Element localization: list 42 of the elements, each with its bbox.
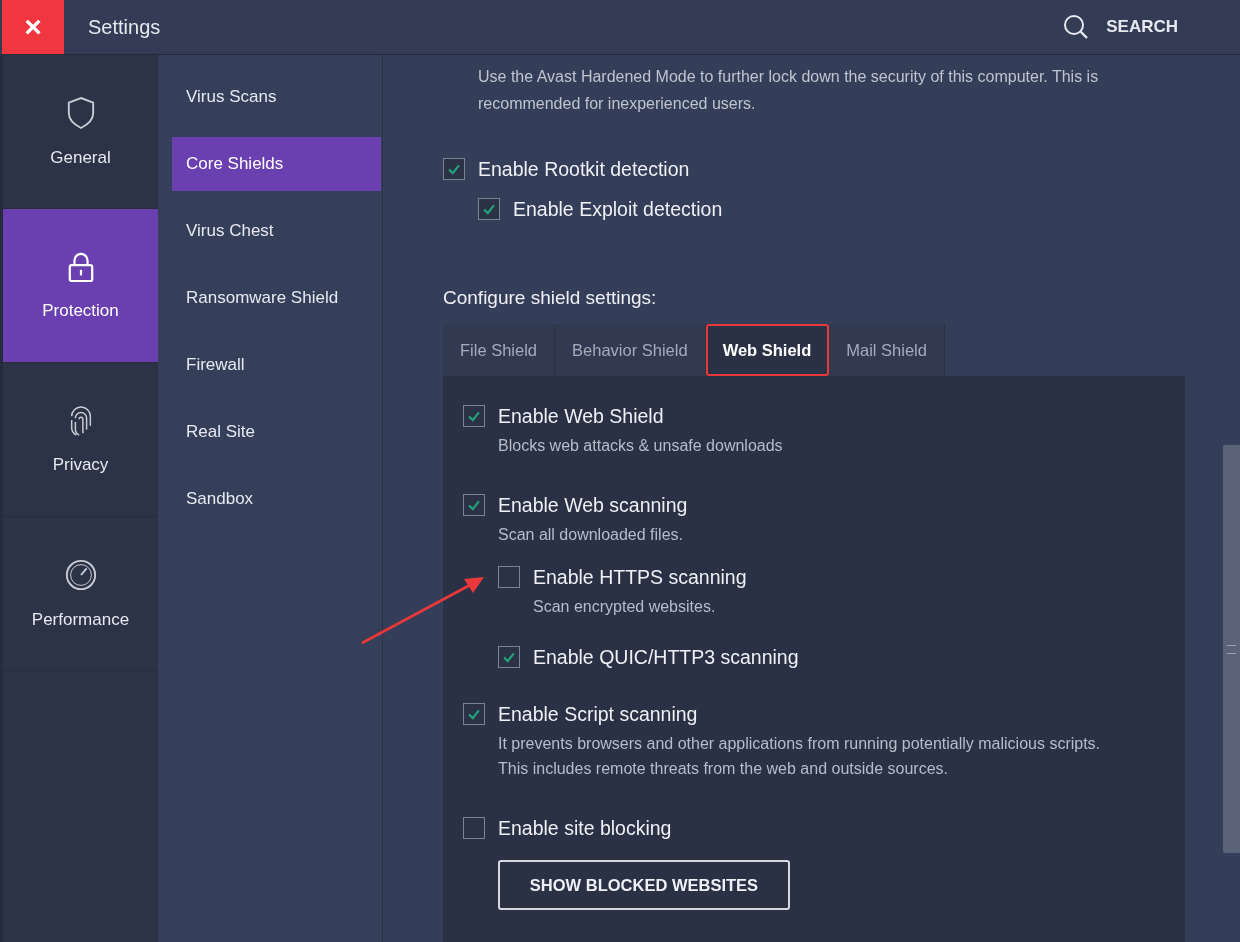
option-label: Enable Rootkit detection [478,157,690,181]
checkbox[interactable] [463,817,485,839]
checkbox[interactable] [463,703,485,725]
option-description: It prevents browsers and other applications from running potentially malicious scripts. This includes remote threats from the web and outside sources. [498,734,1102,779]
menu-item[interactable]: Virus Scans [172,70,381,124]
menu-item[interactable]: Sandbox [172,472,381,526]
tab[interactable]: Web Shield [705,324,830,376]
option-label: Enable Web Shield [498,404,664,428]
gauge-icon [63,557,98,592]
option-description: Scan encrypted websites. [533,597,717,617]
menu-item[interactable]: Real Site [172,405,381,459]
lock-icon [66,250,95,283]
checkbox[interactable] [463,494,485,516]
shield-icon [65,95,96,130]
checkbox[interactable] [463,405,485,427]
tab[interactable]: Mail Shield [829,324,945,376]
checkbox[interactable] [443,158,465,180]
option-description: Scan all downloaded files. [498,525,684,545]
window-title: Settings [88,15,161,39]
option-label: Enable Web scanning [498,493,688,517]
checkbox[interactable] [478,198,500,220]
option-label: Enable HTTPS scanning [533,565,747,589]
search-button[interactable]: SEARCH [1062,13,1178,41]
option-label: Enable Script scanning [498,702,698,726]
category-item[interactable]: Protection [3,209,158,363]
intro-text: Use the Avast Hardened Mode to further lock down the security of this computer. This is recommended for inexperienced users. [478,67,1100,114]
option-label: Enable Exploit detection [513,197,723,221]
menu-item[interactable]: Ransomware Shield [172,271,381,325]
tab[interactable]: File Shield [443,324,556,376]
section-title: Configure shield settings: [443,287,658,309]
show-blocked-websites-button[interactable]: SHOW BLOCKED WEBSITES [498,860,790,910]
menu-item[interactable]: Core Shields [172,137,381,191]
menu-item[interactable]: Virus Chest [172,204,381,258]
close-button[interactable]: × [2,0,64,54]
checkbox[interactable] [498,646,520,668]
menu-item[interactable]: Firewall [172,338,381,392]
scrollbar[interactable] [1223,445,1240,853]
checkbox[interactable] [498,566,520,588]
option-label: Enable site blocking [498,816,672,840]
option-description: Blocks web attacks & unsafe downloads [498,436,784,456]
option-label: Enable QUIC/HTTP3 scanning [533,645,799,669]
tab[interactable]: Behavior Shield [555,324,706,376]
